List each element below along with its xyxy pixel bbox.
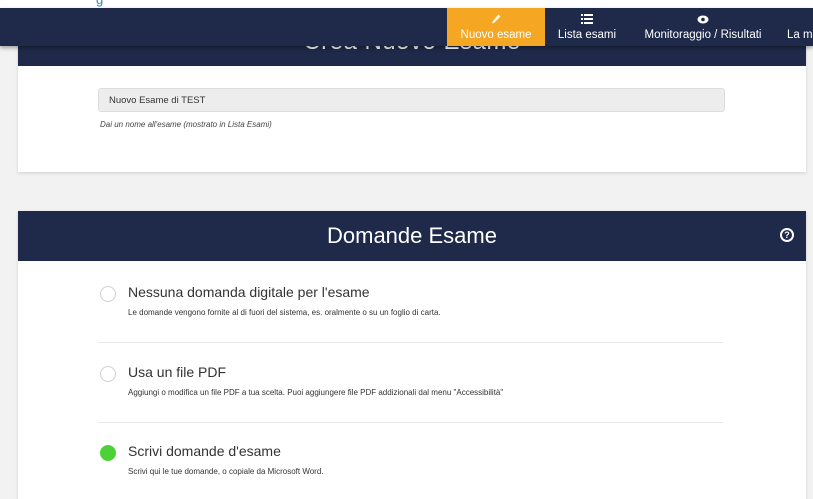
pencil-icon bbox=[491, 14, 501, 28]
top-navbar: Nuovo esame Lista esami Monitoraggio / R… bbox=[0, 8, 813, 46]
nav-label: Nuovo esame bbox=[460, 28, 532, 41]
eye-icon bbox=[697, 14, 709, 28]
nav-label: Monitoraggio / Risultati bbox=[644, 28, 762, 41]
exam-questions-header: Domande Esame ? bbox=[18, 211, 806, 261]
divider bbox=[98, 342, 723, 343]
top-strip: g bbox=[0, 0, 813, 8]
option-label: Usa un file PDF bbox=[128, 364, 227, 380]
radio-button-selected[interactable] bbox=[100, 445, 116, 461]
nav-item-truncated[interactable]: La m bbox=[777, 8, 813, 46]
divider bbox=[98, 422, 723, 423]
nav-item-nuovo-esame[interactable]: Nuovo esame bbox=[447, 8, 545, 46]
create-exam-card: Crea Nuovo Esame Dai un nome all'esame (… bbox=[18, 42, 806, 172]
nav-item-monitoraggio[interactable]: Monitoraggio / Risultati bbox=[629, 8, 777, 46]
cut-off-text: g bbox=[96, 0, 103, 7]
exam-name-hint: Dai un nome all'esame (mostrato in Lista… bbox=[100, 120, 272, 129]
option-description: Scrivi qui le tue domande, o copiale da … bbox=[128, 467, 324, 476]
radio-button[interactable] bbox=[100, 286, 116, 302]
exam-name-input[interactable] bbox=[98, 88, 725, 112]
nav-item-lista-esami[interactable]: Lista esami bbox=[545, 8, 629, 46]
radio-button[interactable] bbox=[100, 366, 116, 382]
option-description: Le domande vengono fornite al di fuori d… bbox=[128, 308, 441, 317]
nav-label: Lista esami bbox=[557, 28, 617, 41]
nav-label: La m bbox=[787, 28, 813, 41]
exam-questions-card: Domande Esame ? Nessuna domanda digitale… bbox=[18, 211, 806, 499]
option-label: Nessuna domanda digitale per l'esame bbox=[128, 284, 370, 300]
option-description: Aggiungi o modifica un file PDF a tua sc… bbox=[128, 388, 504, 397]
exam-questions-title: Domande Esame bbox=[327, 223, 497, 248]
help-icon[interactable]: ? bbox=[780, 228, 794, 242]
option-label: Scrivi domande d'esame bbox=[128, 443, 281, 459]
list-icon bbox=[581, 13, 593, 28]
